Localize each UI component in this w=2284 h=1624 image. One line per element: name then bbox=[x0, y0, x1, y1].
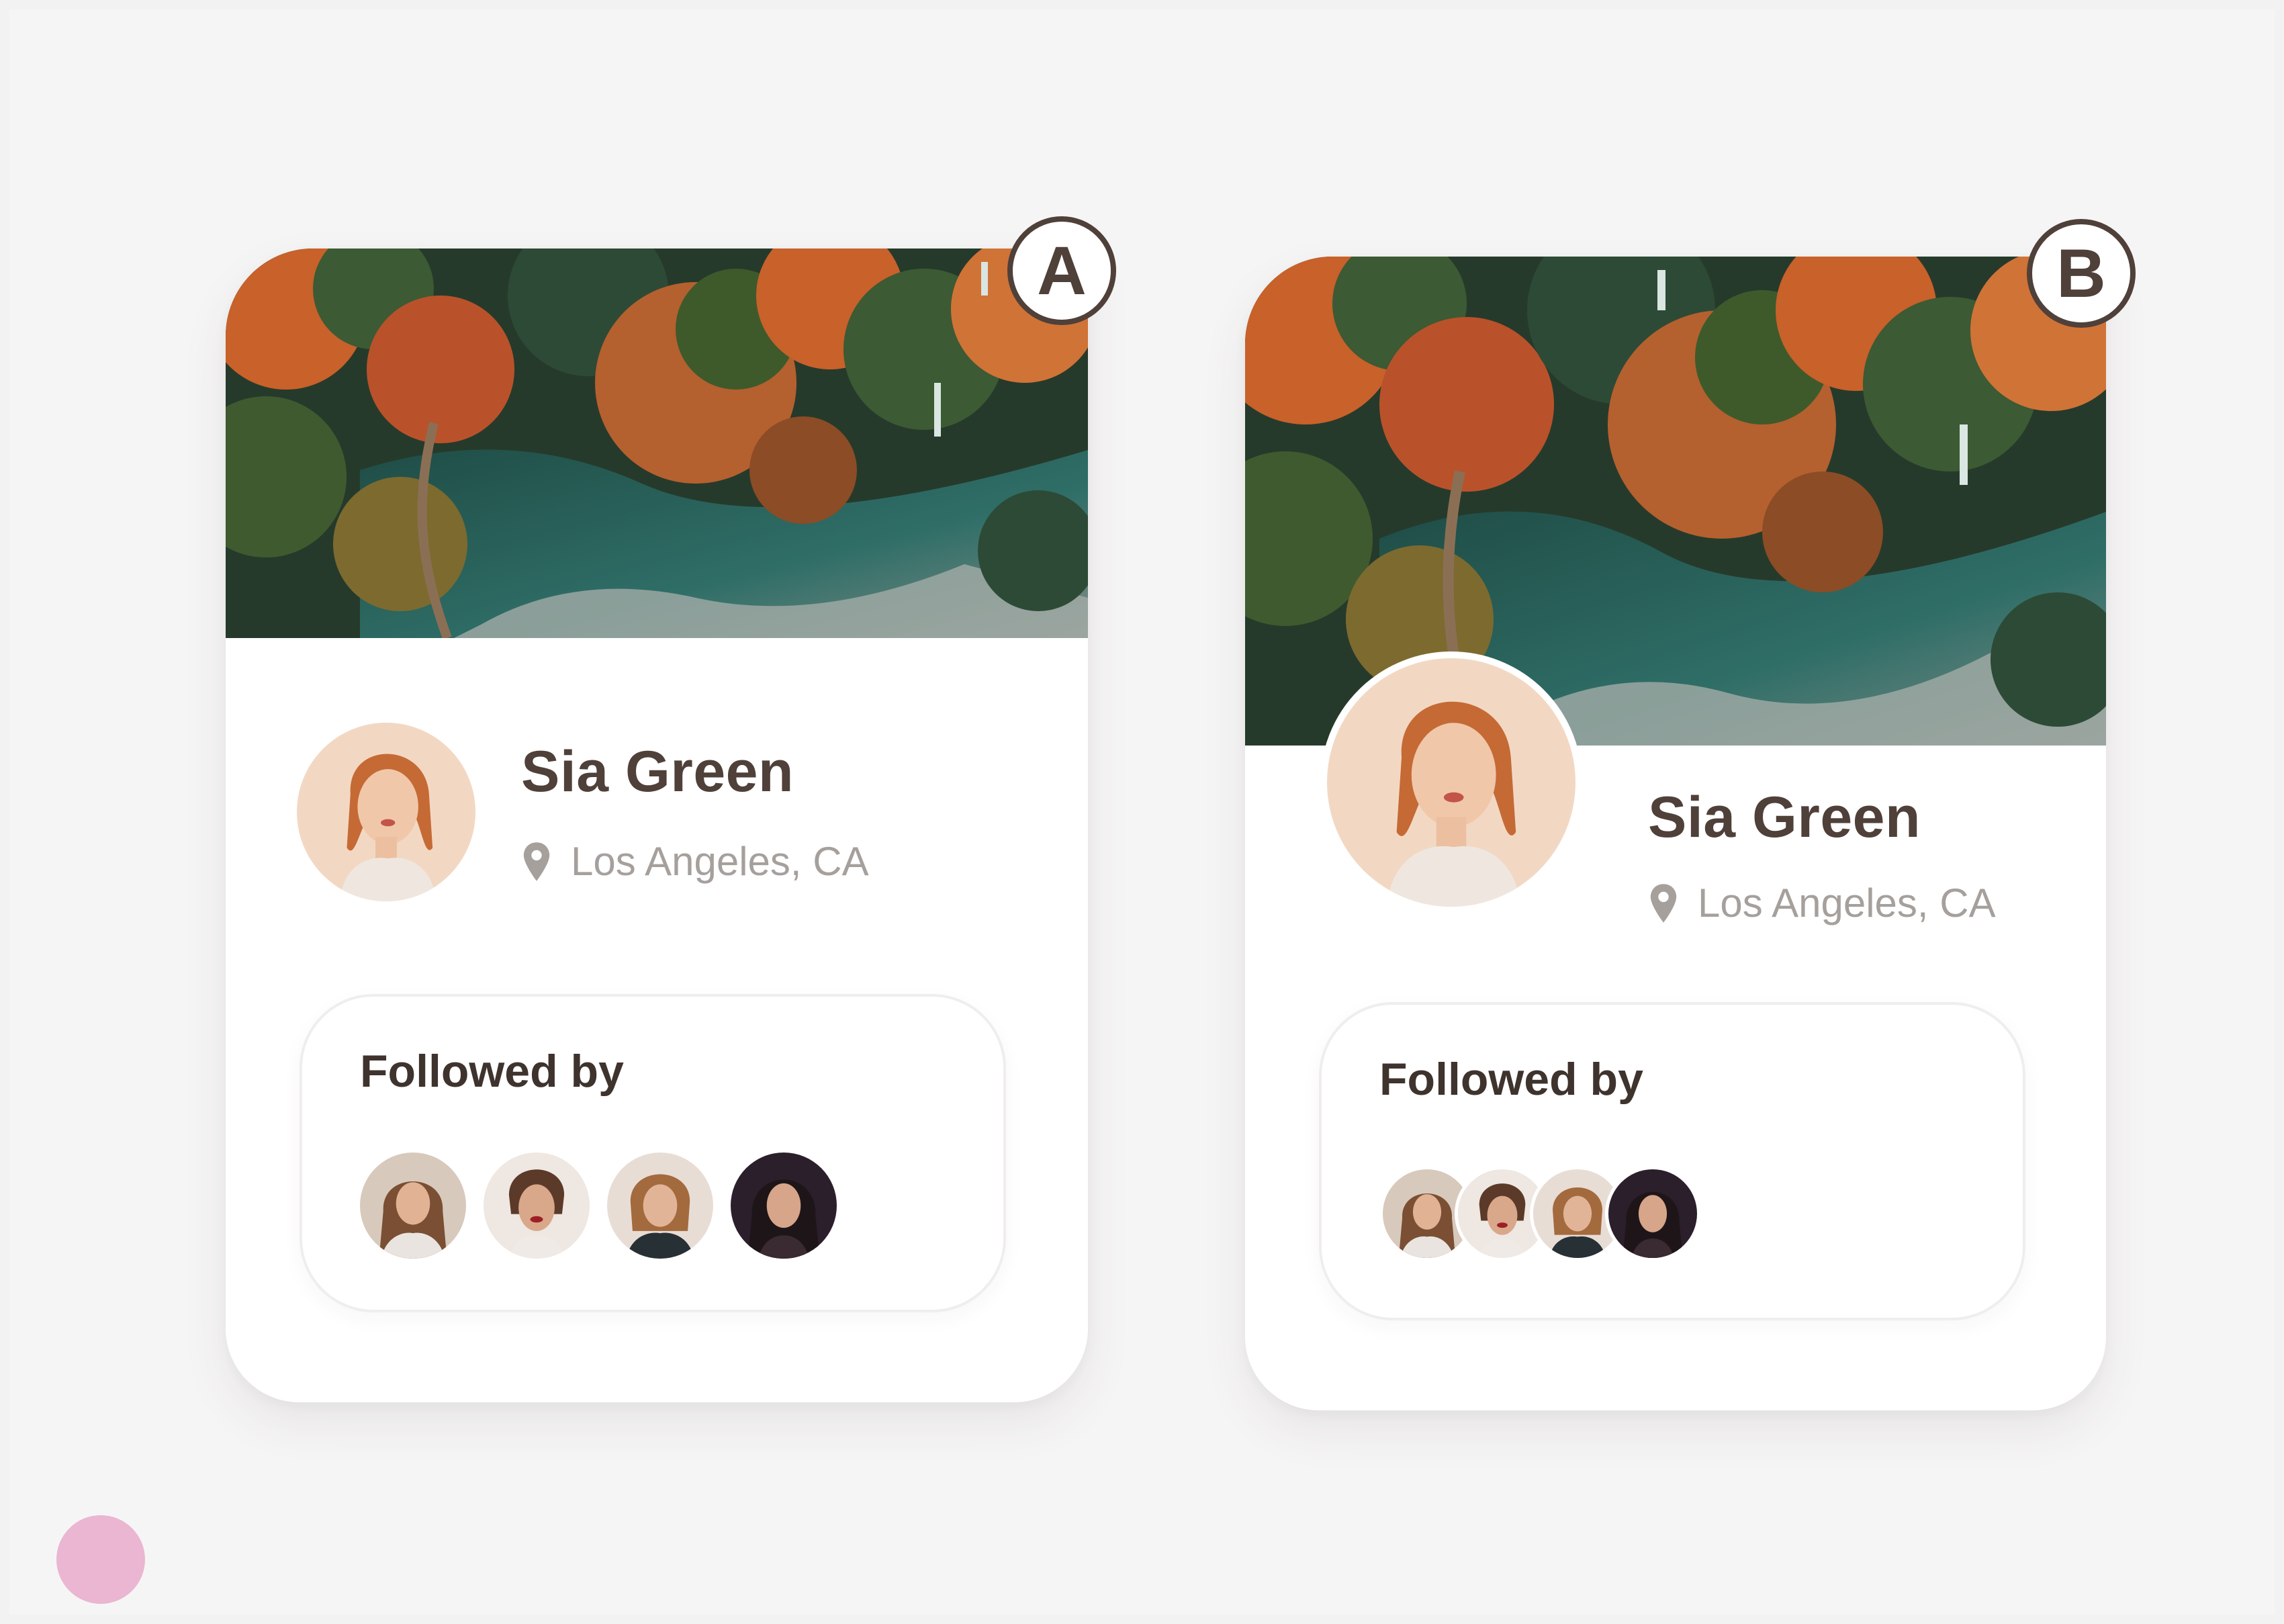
location-pin-icon bbox=[521, 840, 552, 883]
profile-location: Los Angeles, CA bbox=[521, 838, 869, 885]
followed-by-title: Followed by bbox=[1379, 1054, 1643, 1105]
profile-card-variant-b: Sia Green Los Angeles, CA Followed by bbox=[1245, 257, 2106, 1410]
comparison-canvas: Sia Green Los Angeles, CA Followed by A … bbox=[9, 9, 2275, 1615]
location-text: Los Angeles, CA bbox=[1698, 881, 1996, 926]
cover-photo bbox=[226, 249, 1088, 638]
follower-avatar[interactable] bbox=[1605, 1166, 1700, 1261]
cover-photo bbox=[1245, 257, 2106, 746]
profile-avatar[interactable] bbox=[297, 723, 475, 901]
location-text: Los Angeles, CA bbox=[571, 839, 869, 884]
profile-name: Sia Green bbox=[521, 739, 794, 804]
follower-avatar[interactable] bbox=[360, 1153, 466, 1259]
location-pin-icon bbox=[1648, 882, 1679, 925]
variant-badge-a: A bbox=[1007, 216, 1116, 325]
follower-avatar[interactable] bbox=[731, 1153, 837, 1259]
followed-by-panel: Followed by bbox=[300, 994, 1006, 1312]
profile-name: Sia Green bbox=[1648, 785, 1921, 850]
profile-card-variant-a: Sia Green Los Angeles, CA Followed by bbox=[226, 249, 1088, 1402]
follower-avatar[interactable] bbox=[607, 1153, 713, 1259]
profile-avatar[interactable] bbox=[1320, 651, 1582, 913]
followed-by-panel: Followed by bbox=[1319, 1002, 2025, 1320]
decorative-dot bbox=[56, 1515, 145, 1604]
variant-badge-b: B bbox=[2027, 219, 2136, 328]
followed-by-title: Followed by bbox=[360, 1046, 624, 1097]
profile-location: Los Angeles, CA bbox=[1648, 880, 1996, 926]
follower-avatar[interactable] bbox=[484, 1153, 590, 1259]
